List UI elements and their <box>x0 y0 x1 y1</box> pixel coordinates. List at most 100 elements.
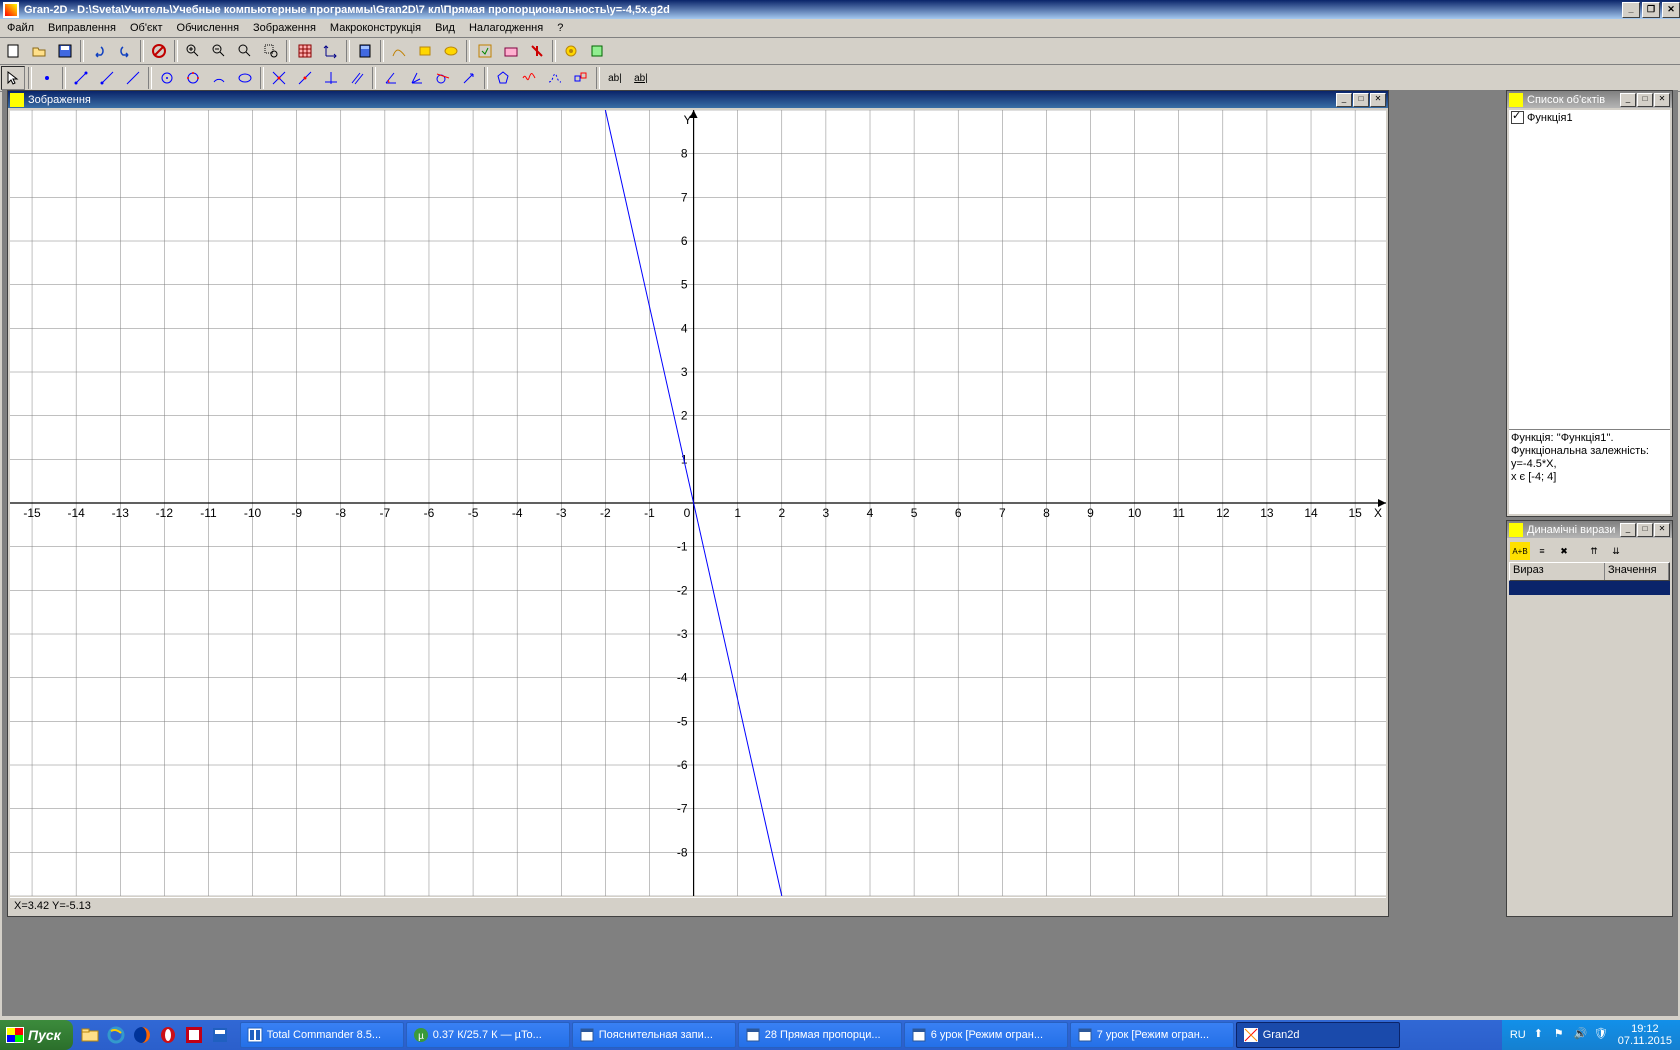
dynamic-min-button[interactable]: _ <box>1620 523 1636 537</box>
graph-min-button[interactable]: _ <box>1336 93 1352 107</box>
pointer-button[interactable] <box>1 66 25 90</box>
macro-c-button[interactable] <box>525 39 549 63</box>
taskbar-task[interactable]: Total Commander 8.5... <box>240 1022 404 1048</box>
dynamic-table[interactable]: Вираз Значення <box>1509 562 1670 914</box>
perpendicular-button[interactable] <box>319 66 343 90</box>
settings-a-button[interactable] <box>559 39 583 63</box>
objects-max-button[interactable]: □ <box>1637 93 1653 107</box>
open-button[interactable] <box>27 39 51 63</box>
object-checkbox[interactable] <box>1511 111 1524 124</box>
dyn-edit-button[interactable]: ≡ <box>1532 542 1552 560</box>
tangent-button[interactable] <box>431 66 455 90</box>
tool-b-button[interactable] <box>413 39 437 63</box>
tray-flag-icon[interactable]: ⚑ <box>1554 1027 1570 1043</box>
menu-edit[interactable]: Виправлення <box>41 20 123 36</box>
intersect-button[interactable] <box>267 66 291 90</box>
undo-button[interactable] <box>87 39 111 63</box>
maximize-button[interactable]: ❐ <box>1642 2 1660 18</box>
ql-firefox-icon[interactable] <box>130 1023 154 1047</box>
zoom-in-button[interactable] <box>181 39 205 63</box>
polygon-button[interactable] <box>491 66 515 90</box>
text-a-button[interactable]: ab| <box>603 66 627 90</box>
tool-c-button[interactable] <box>439 39 463 63</box>
objects-list[interactable]: Функція1 <box>1509 110 1670 432</box>
menu-image[interactable]: Зображення <box>246 20 323 36</box>
ql-app1-icon[interactable] <box>182 1023 206 1047</box>
save-button[interactable] <box>53 39 77 63</box>
objects-panel-titlebar[interactable]: Список об'єктів _ □ ✕ <box>1507 91 1672 108</box>
redo-button[interactable] <box>113 39 137 63</box>
taskbar-task[interactable]: 7 урок [Режим огран... <box>1070 1022 1234 1048</box>
zoom-area-button[interactable] <box>259 39 283 63</box>
menu-file[interactable]: Файл <box>0 20 41 36</box>
tray-volume-icon[interactable]: 🔊 <box>1574 1027 1590 1043</box>
tool-a-button[interactable] <box>387 39 411 63</box>
taskbar-task[interactable]: Gran2d <box>1236 1022 1400 1048</box>
graph-canvas[interactable]: -15-14-13-12-11-10-9-8-7-6-5-4-3-2-11234… <box>10 110 1386 896</box>
taskbar-task[interactable]: µ0.37 К/25.7 К — µTo... <box>406 1022 570 1048</box>
parallel-button[interactable] <box>345 66 369 90</box>
ray-button[interactable] <box>95 66 119 90</box>
ql-ie-icon[interactable] <box>104 1023 128 1047</box>
tray-language[interactable]: RU <box>1510 1029 1526 1041</box>
angle-button[interactable] <box>379 66 403 90</box>
vector-button[interactable] <box>457 66 481 90</box>
new-button[interactable] <box>1 39 25 63</box>
locus-button[interactable] <box>543 66 567 90</box>
function-button[interactable] <box>517 66 541 90</box>
settings-b-button[interactable] <box>585 39 609 63</box>
tray-date[interactable]: 07.11.2015 <box>1618 1035 1672 1047</box>
minimize-button[interactable]: _ <box>1622 2 1640 18</box>
start-button[interactable]: Пуск <box>0 1020 73 1050</box>
bisector-button[interactable] <box>405 66 429 90</box>
zoom-out-button[interactable] <box>207 39 231 63</box>
system-tray[interactable]: RU ⬆ ⚑ 🔊 🛡 19:12 07.11.2015 <box>1502 1020 1680 1050</box>
menu-view[interactable]: Вид <box>428 20 462 36</box>
calc-button[interactable] <box>353 39 377 63</box>
ql-explorer-icon[interactable] <box>78 1023 102 1047</box>
text-b-button[interactable]: ab| <box>629 66 653 90</box>
dynamic-max-button[interactable]: □ <box>1637 523 1653 537</box>
grid-button[interactable] <box>293 39 317 63</box>
tray-shield-icon[interactable]: 🛡 <box>1594 1027 1610 1043</box>
circle3p-button[interactable] <box>181 66 205 90</box>
tray-icon[interactable]: ⬆ <box>1534 1027 1550 1043</box>
ellipse-button[interactable] <box>233 66 257 90</box>
menu-help[interactable]: ? <box>550 20 570 36</box>
dyn-del-button[interactable]: ✖ <box>1554 542 1574 560</box>
line-button[interactable] <box>121 66 145 90</box>
tray-time[interactable]: 19:12 <box>1618 1023 1672 1035</box>
menu-settings[interactable]: Налагодження <box>462 20 550 36</box>
close-button[interactable]: ✕ <box>1662 2 1680 18</box>
taskbar-task[interactable]: 6 урок [Режим огран... <box>904 1022 1068 1048</box>
segment-button[interactable] <box>69 66 93 90</box>
dynamic-selected-row[interactable] <box>1509 581 1670 595</box>
objects-close-button[interactable]: ✕ <box>1654 93 1670 107</box>
point-button[interactable] <box>35 66 59 90</box>
dyn-add-button[interactable]: A+B <box>1510 542 1530 560</box>
zoom-fit-button[interactable] <box>233 39 257 63</box>
macro-b-button[interactable] <box>499 39 523 63</box>
macro-a-button[interactable] <box>473 39 497 63</box>
taskbar-task[interactable]: 28 Прямая пропорци... <box>738 1022 902 1048</box>
delete-button[interactable] <box>147 39 171 63</box>
menu-macro[interactable]: Макроконструкція <box>323 20 428 36</box>
dynamic-close-button[interactable]: ✕ <box>1654 523 1670 537</box>
graph-panel-titlebar[interactable]: Зображення _ □ ✕ <box>8 91 1388 108</box>
axes-button[interactable] <box>319 39 343 63</box>
dynamic-panel-titlebar[interactable]: Динамічні вирази _ □ ✕ <box>1507 521 1672 538</box>
menu-calc[interactable]: Обчислення <box>170 20 247 36</box>
circle-button[interactable] <box>155 66 179 90</box>
graph-max-button[interactable]: □ <box>1353 93 1369 107</box>
taskbar-task[interactable]: Пояснительная запи... <box>572 1022 736 1048</box>
dyn-down-button[interactable]: ⇊ <box>1606 542 1626 560</box>
arc-button[interactable] <box>207 66 231 90</box>
col-value[interactable]: Значення <box>1605 563 1669 580</box>
ql-opera-icon[interactable] <box>156 1023 180 1047</box>
midpoint-button[interactable] <box>293 66 317 90</box>
ql-app2-icon[interactable] <box>208 1023 232 1047</box>
dyn-up-button[interactable]: ⇈ <box>1584 542 1604 560</box>
transform-button[interactable] <box>569 66 593 90</box>
menu-object[interactable]: Об'єкт <box>123 20 170 36</box>
object-item[interactable]: Функція1 <box>1509 110 1670 125</box>
